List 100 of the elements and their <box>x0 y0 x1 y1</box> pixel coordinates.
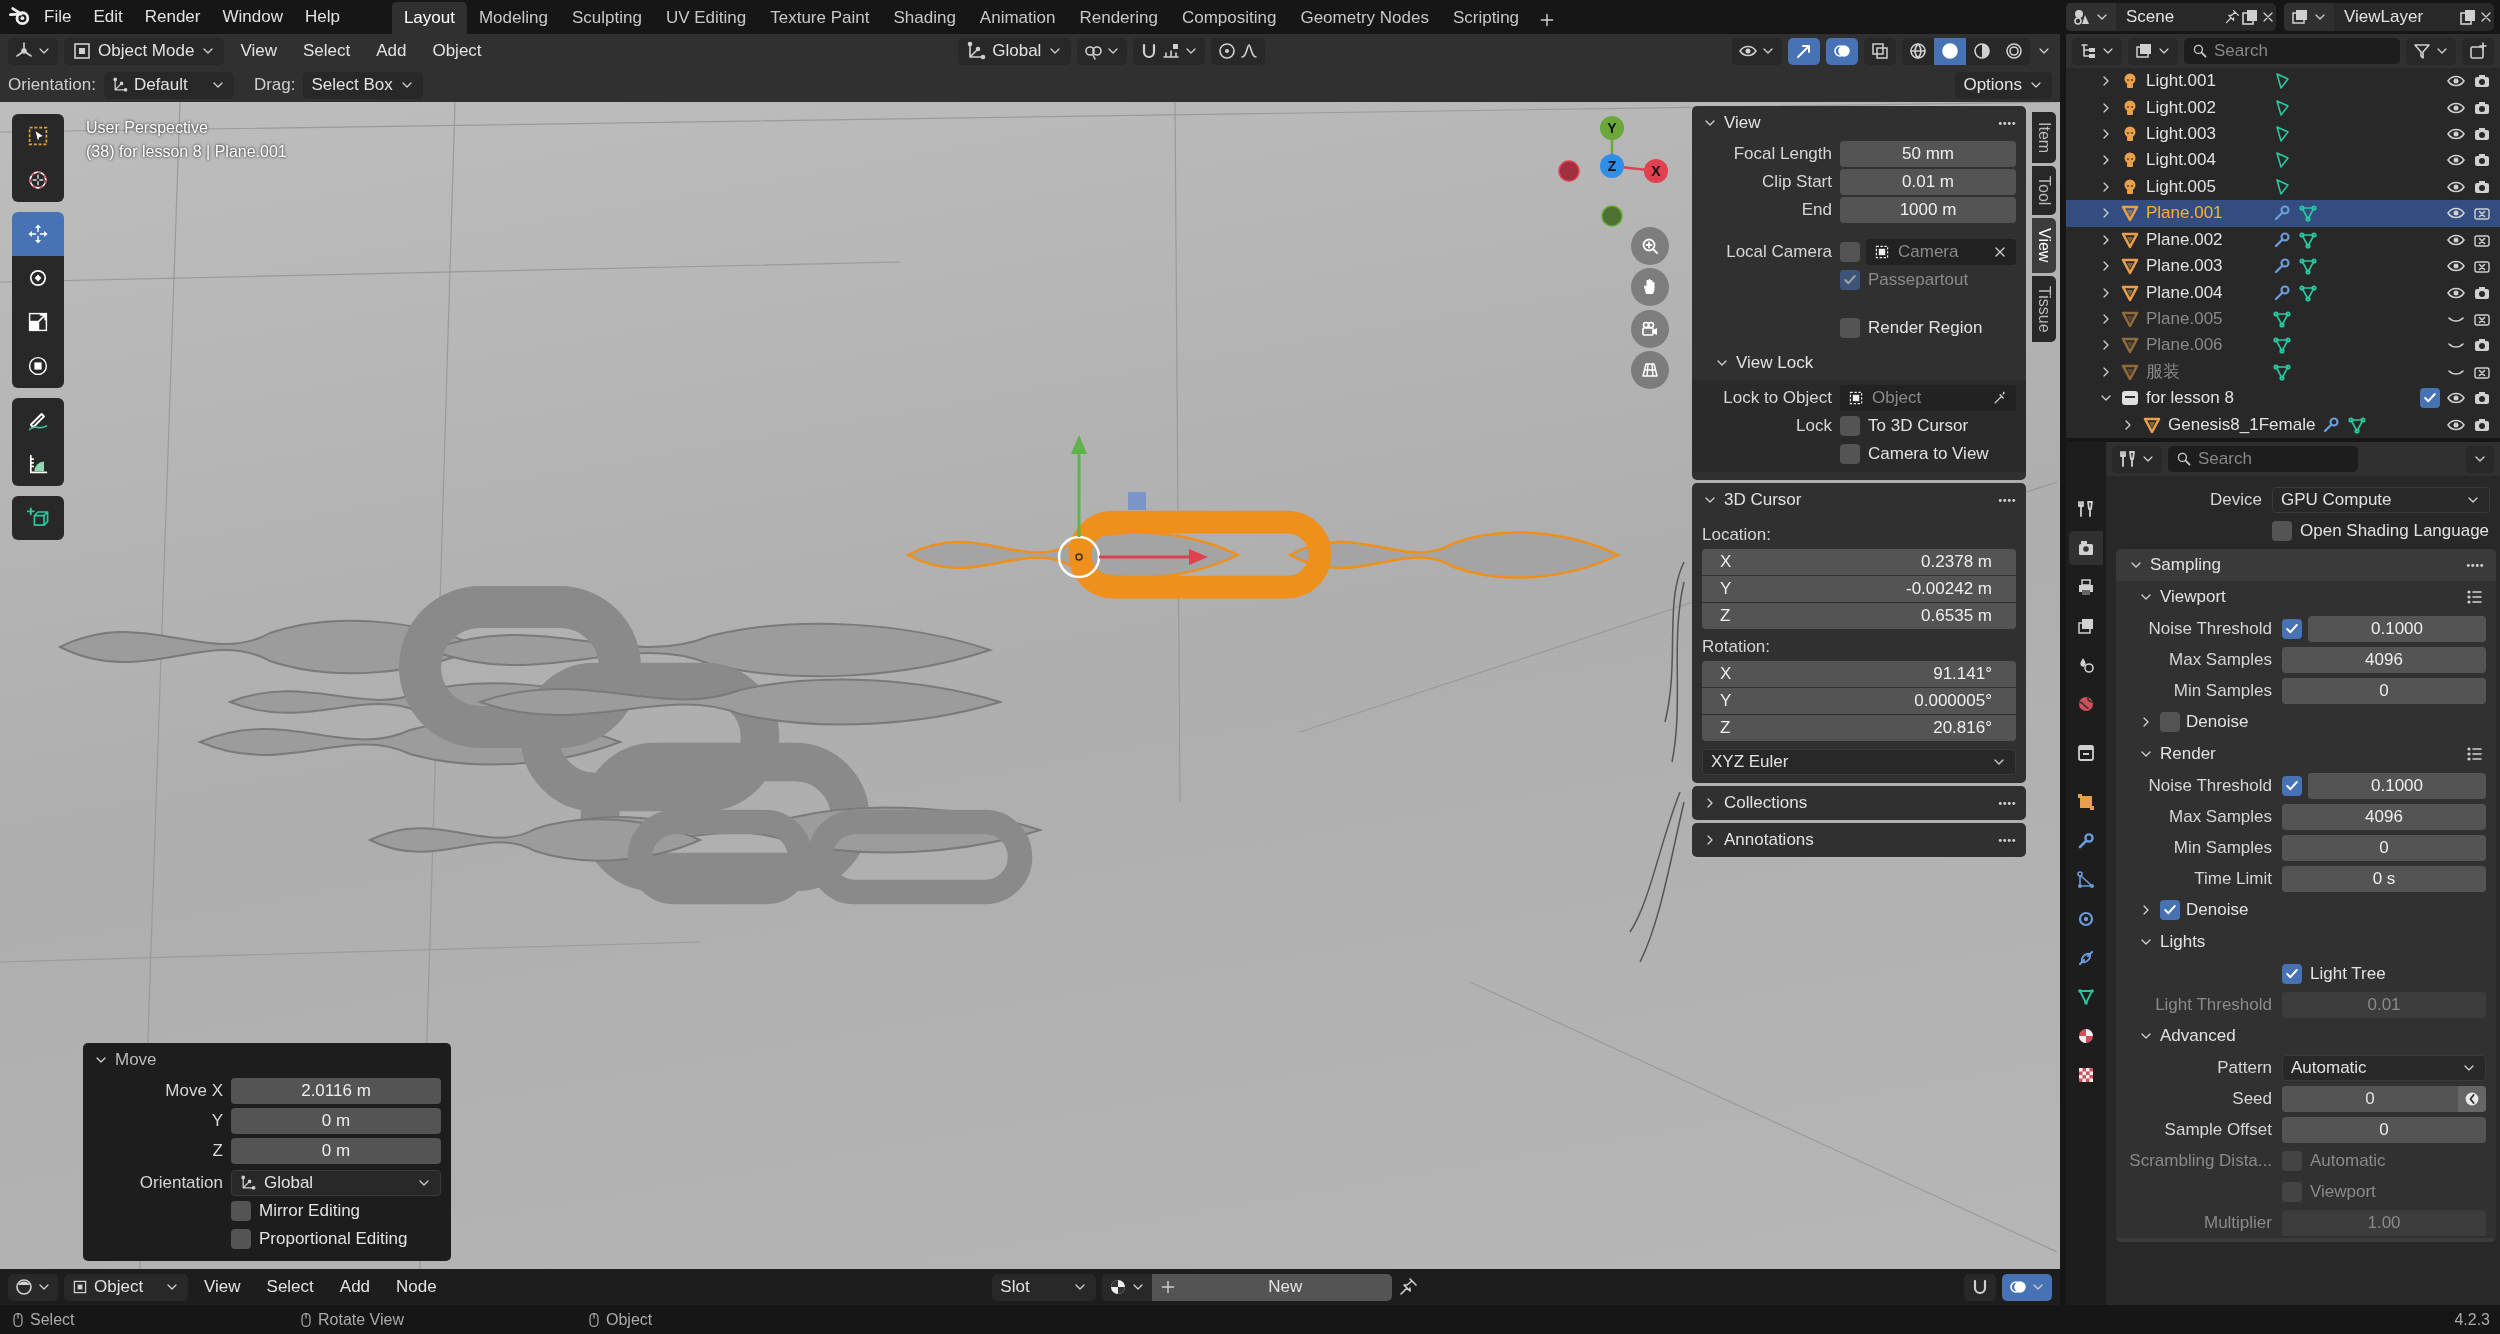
slot-dropdown[interactable]: Slot <box>992 1273 1097 1301</box>
field-label: Max Samples <box>2168 649 2272 670</box>
number-field[interactable]: Z 0.6535 m <box>1702 603 2016 629</box>
workspace-tab[interactable]: Modeling <box>466 2 560 34</box>
workspace-tab[interactable]: Geometry Nodes <box>1288 2 1441 34</box>
number-field[interactable]: 0.1000 <box>2308 615 2486 642</box>
number-field[interactable]: Y 0.000005° <box>1702 688 2016 714</box>
orientation-dropdown[interactable]: Global <box>958 37 1072 65</box>
outliner-row[interactable]: Genesis8_1Female <box>2066 411 2500 438</box>
object-field[interactable]: Object <box>1840 385 2016 411</box>
number-field[interactable]: X 0.2378 m <box>1702 549 2016 575</box>
field-label: Z <box>211 1141 223 1161</box>
axis-label: Y <box>1607 120 1617 136</box>
number-field[interactable]: 0.01 m <box>1840 169 2016 195</box>
workspace-tab[interactable]: Scripting <box>1440 2 1532 34</box>
number-field[interactable]: 2.0116 m <box>231 1078 441 1104</box>
number-field[interactable]: 0 <box>2282 1085 2486 1112</box>
view-layer-selector[interactable]: ViewLayer <box>2284 3 2494 31</box>
workspace-tab[interactable]: Rendering <box>1067 2 1170 34</box>
workspace-tab[interactable]: Sculpting <box>559 2 654 34</box>
rotation-mode-dropdown[interactable]: XYZ Euler <box>1702 749 2016 775</box>
outliner-row[interactable]: Light.003 <box>2066 120 2500 148</box>
orientation-dropdown[interactable]: Default <box>103 71 234 99</box>
menu-item[interactable]: Render <box>134 4 211 30</box>
number-field[interactable]: 0 s <box>2282 865 2486 892</box>
panel-header[interactable]: Sampling <box>2116 549 2496 581</box>
number-field[interactable]: 0 m <box>231 1138 441 1164</box>
workspace-tab[interactable]: UV Editing <box>653 2 759 34</box>
drag-dropdown[interactable]: Select Box <box>303 71 423 99</box>
subpanel-header[interactable]: Advanced <box>2116 1020 2496 1052</box>
outliner-row[interactable]: Light.004 <box>2066 147 2500 174</box>
subpanel-header[interactable]: Viewport <box>2116 581 2496 613</box>
menu-item[interactable]: Edit <box>83 4 133 30</box>
panel-title[interactable]: Move <box>115 1050 441 1070</box>
workspace-tab[interactable]: Animation <box>967 2 1068 34</box>
subpanel-header[interactable]: Lights <box>2116 926 2496 958</box>
outliner-row[interactable]: Light.005 <box>2066 173 2500 201</box>
field-label: Local Camera <box>1725 242 1832 262</box>
search-field[interactable]: Search <box>2184 38 2400 64</box>
outliner-row[interactable]: Plane.002 <box>2066 226 2500 253</box>
sidebar-tab[interactable]: Item <box>2032 112 2056 164</box>
subpanel-title[interactable]: View Lock <box>1736 353 2016 373</box>
collapsed-panel[interactable]: Annotations <box>1692 823 2026 857</box>
panel-title[interactable]: 3D Cursor <box>1724 490 1992 510</box>
drag-label: Drag: <box>253 75 296 95</box>
outliner-row[interactable]: Plane.006 <box>2066 332 2500 359</box>
menu-item[interactable]: File <box>34 4 82 30</box>
workspace-tab[interactable]: Layout <box>391 2 467 34</box>
orientation-dropdown[interactable]: Global <box>231 1170 441 1196</box>
number-field[interactable]: 0 <box>2282 677 2486 704</box>
workspace-tab[interactable]: Shading <box>881 2 968 34</box>
panel-title[interactable]: View <box>1724 113 1992 133</box>
outliner-row[interactable]: Plane.004 <box>2066 279 2500 306</box>
menu-item[interactable]: View <box>230 38 287 64</box>
mode-dropdown[interactable]: Object Mode <box>64 37 225 65</box>
outliner-row[interactable]: for lesson 8 <box>2066 385 2500 412</box>
scene-selector[interactable]: Scene <box>2066 3 2276 31</box>
number-field[interactable]: 0 <box>2282 834 2486 861</box>
number-field[interactable]: 0 m <box>231 1108 441 1134</box>
dropdown[interactable]: Automatic <box>2282 1054 2486 1081</box>
menu-item[interactable]: Select <box>292 38 361 64</box>
search-field[interactable]: Search <box>2168 446 2358 472</box>
dropdown[interactable]: GPU Compute <box>2272 486 2490 513</box>
menu-item[interactable]: Help <box>294 4 350 30</box>
outliner-row[interactable]: Light.002 <box>2066 94 2500 121</box>
outliner-row[interactable]: 服装 <box>2066 358 2500 386</box>
subpanel-header[interactable]: Denoise <box>2116 706 2496 738</box>
outliner-row[interactable]: Plane.005 <box>2066 305 2500 333</box>
checkbox-label: Mirror Editing <box>259 1201 361 1221</box>
menu-item[interactable]: Select <box>256 1274 324 1300</box>
number-field[interactable]: X 91.141° <box>1702 661 2016 687</box>
outliner-row[interactable]: Plane.001 <box>2066 200 2500 227</box>
number-field[interactable]: 0.1000 <box>2308 772 2486 799</box>
subpanel-header[interactable]: Render <box>2116 738 2496 770</box>
object-type-dropdown[interactable]: Object <box>64 1273 188 1301</box>
sidebar-tab[interactable]: Tissue <box>2032 275 2056 343</box>
outliner-row[interactable]: Plane.003 <box>2066 252 2500 280</box>
menu-item[interactable]: Node <box>386 1274 447 1300</box>
sidebar-tab[interactable]: Tool <box>2032 166 2056 216</box>
options-dropdown[interactable]: Options <box>1955 71 2052 99</box>
menu-item[interactable]: Add <box>329 1274 381 1300</box>
camera-field[interactable]: Camera <box>1866 239 2016 265</box>
menu-item[interactable]: View <box>194 1274 251 1300</box>
menu-item[interactable]: Add <box>366 38 417 64</box>
workspace-tab[interactable]: Compositing <box>1169 2 1289 34</box>
collapsed-panel[interactable]: Collections <box>1692 786 2026 820</box>
number-field[interactable]: 50 mm <box>1840 141 2016 167</box>
number-field[interactable]: 4096 <box>2282 646 2486 673</box>
subpanel-header[interactable]: Denoise <box>2116 894 2496 926</box>
workspace-tab[interactable]: Texture Paint <box>758 2 882 34</box>
sidebar-tab[interactable]: View <box>2032 218 2056 273</box>
number-field[interactable]: Z 20.816° <box>1702 715 2016 741</box>
number-field[interactable]: 1000 m <box>1840 197 2016 223</box>
menu-item[interactable]: Window <box>212 4 293 30</box>
number-field[interactable]: 4096 <box>2282 803 2486 830</box>
number-field[interactable]: 0 <box>2282 1116 2486 1143</box>
number-field[interactable]: Y -0.00242 m <box>1702 576 2016 602</box>
menu-item[interactable]: Object <box>422 38 492 64</box>
outliner-row[interactable]: Light.001 <box>2066 68 2500 95</box>
new-material-button[interactable]: New <box>1152 1273 1393 1301</box>
